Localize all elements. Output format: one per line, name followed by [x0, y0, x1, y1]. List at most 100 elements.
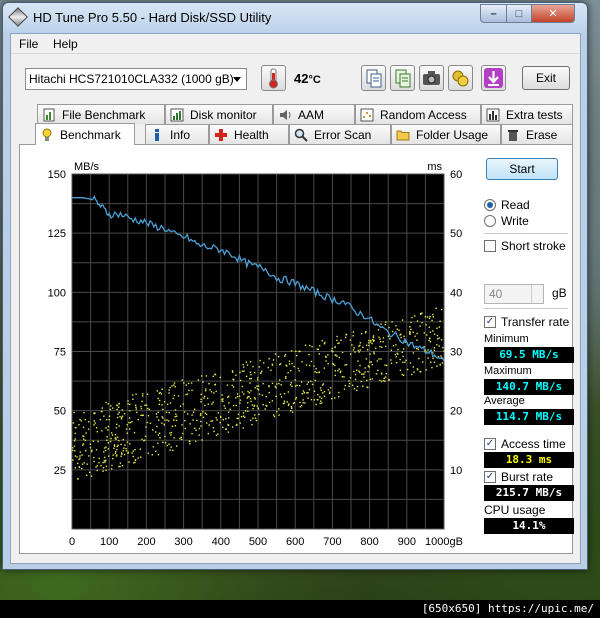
- menu-help[interactable]: Help: [53, 37, 78, 51]
- access-time-point: [260, 372, 262, 374]
- access-time-point: [327, 363, 329, 365]
- save-button[interactable]: [481, 65, 506, 91]
- access-time-point: [93, 420, 96, 422]
- options-button[interactable]: [448, 65, 473, 91]
- access-time-point: [400, 336, 402, 339]
- read-option[interactable]: Read: [484, 198, 530, 212]
- write-option[interactable]: Write: [484, 214, 529, 228]
- tab-file-benchmark[interactable]: File Benchmark: [37, 104, 165, 124]
- short-stroke-checkbox[interactable]: [484, 240, 496, 252]
- short-stroke-input[interactable]: 40: [484, 284, 544, 304]
- access-time-point: [173, 419, 175, 421]
- access-time-point: [175, 419, 178, 422]
- drive-select[interactable]: Hitachi HCS721010CLA332 (1000 gB): [25, 68, 247, 90]
- access-time-point: [307, 392, 309, 394]
- access-time-point: [405, 359, 407, 362]
- access-time-point: [348, 380, 350, 382]
- screenshot-button[interactable]: [419, 65, 444, 91]
- access-time-point: [157, 442, 159, 444]
- tab-folder-usage[interactable]: Folder Usage: [391, 124, 501, 144]
- access-time-point: [227, 396, 229, 398]
- tab-erase[interactable]: Erase: [501, 124, 573, 144]
- access-time-point: [320, 400, 322, 402]
- access-time-point: [304, 344, 307, 346]
- access-time-point: [208, 382, 210, 385]
- access-time-point: [87, 428, 90, 430]
- access-time-point: [359, 364, 361, 367]
- transfer-rate-checkbox[interactable]: ✓: [484, 316, 496, 328]
- copy-all-button[interactable]: [390, 65, 415, 91]
- copy-text-button[interactable]: [361, 65, 386, 91]
- access-time-point: [127, 403, 129, 405]
- tab-aam[interactable]: AAM: [273, 104, 355, 124]
- access-time-point: [119, 465, 121, 468]
- access-time-point: [369, 378, 371, 381]
- tab-disk-monitor[interactable]: Disk monitor: [165, 104, 273, 124]
- app-window: HD Tune Pro 5.50 - Hard Disk/SSD Utility…: [2, 2, 588, 570]
- temperature-button[interactable]: [261, 65, 286, 91]
- access-time-point: [250, 400, 252, 403]
- minimize-button[interactable]: –: [480, 4, 507, 23]
- maximize-button[interactable]: □: [506, 4, 532, 23]
- access-time-point: [103, 447, 106, 449]
- access-time-point: [166, 419, 168, 421]
- tab-health[interactable]: Health: [209, 124, 289, 144]
- write-radio[interactable]: [484, 215, 496, 227]
- read-radio[interactable]: [484, 199, 496, 211]
- access-time-option[interactable]: ✓ Access time: [484, 437, 566, 451]
- access-time-point: [431, 366, 433, 369]
- access-time-point: [238, 395, 241, 397]
- access-time-point: [429, 337, 431, 340]
- access-time-point: [141, 400, 143, 403]
- access-time-point: [263, 362, 265, 364]
- access-time-point: [144, 435, 147, 438]
- access-time-point: [438, 326, 440, 328]
- access-time-point: [410, 321, 412, 324]
- access-time-point: [332, 350, 334, 353]
- access-time-point: [271, 382, 274, 385]
- close-button[interactable]: ✕: [531, 4, 575, 23]
- access-time-point: [125, 447, 127, 450]
- tab-benchmark[interactable]: Benchmark: [35, 123, 135, 145]
- access-time-point: [202, 416, 205, 419]
- access-time-point: [294, 385, 297, 387]
- burst-rate-option[interactable]: ✓ Burst rate: [484, 470, 553, 484]
- spinner-arrows-icon[interactable]: [531, 285, 543, 303]
- access-time-point: [254, 371, 256, 374]
- access-time-point: [367, 365, 370, 367]
- access-time-point: [334, 346, 336, 349]
- tab-error-scan[interactable]: Error Scan: [289, 124, 391, 144]
- access-time-point: [367, 386, 369, 389]
- start-button[interactable]: Start: [486, 158, 558, 180]
- tab-extra-tests[interactable]: Extra tests: [481, 104, 573, 124]
- access-time-point: [78, 466, 81, 468]
- access-time-point: [82, 435, 84, 437]
- tab-random-access[interactable]: Random Access: [355, 104, 481, 124]
- access-time-point: [134, 448, 136, 451]
- transfer-rate-option[interactable]: ✓ Transfer rate: [484, 315, 569, 329]
- access-time-point: [246, 364, 249, 366]
- access-time-point: [368, 344, 370, 347]
- access-time-point: [385, 345, 387, 348]
- access-time-point: [117, 444, 119, 446]
- access-time-point: [332, 362, 334, 365]
- tab-info[interactable]: Info: [145, 124, 209, 144]
- access-time-point: [256, 379, 259, 381]
- tab-label: AAM: [298, 107, 325, 122]
- access-time-point: [139, 448, 141, 450]
- burst-rate-checkbox[interactable]: ✓: [484, 471, 496, 483]
- access-time-point: [204, 404, 206, 407]
- access-time-point: [93, 424, 95, 426]
- access-time-point: [214, 373, 217, 376]
- cpu-usage-value: 14.1%: [484, 518, 574, 534]
- access-time-point: [74, 432, 77, 435]
- access-time-point: [231, 426, 234, 428]
- title-bar[interactable]: HD Tune Pro 5.50 - Hard Disk/SSD Utility…: [3, 3, 587, 33]
- menu-file[interactable]: File: [19, 37, 38, 51]
- short-stroke-option[interactable]: Short stroke: [484, 239, 566, 253]
- access-time-point: [294, 379, 297, 381]
- access-time-point: [244, 410, 247, 412]
- access-time-point: [105, 401, 107, 404]
- access-time-checkbox[interactable]: ✓: [484, 438, 496, 450]
- exit-button[interactable]: Exit: [522, 66, 570, 90]
